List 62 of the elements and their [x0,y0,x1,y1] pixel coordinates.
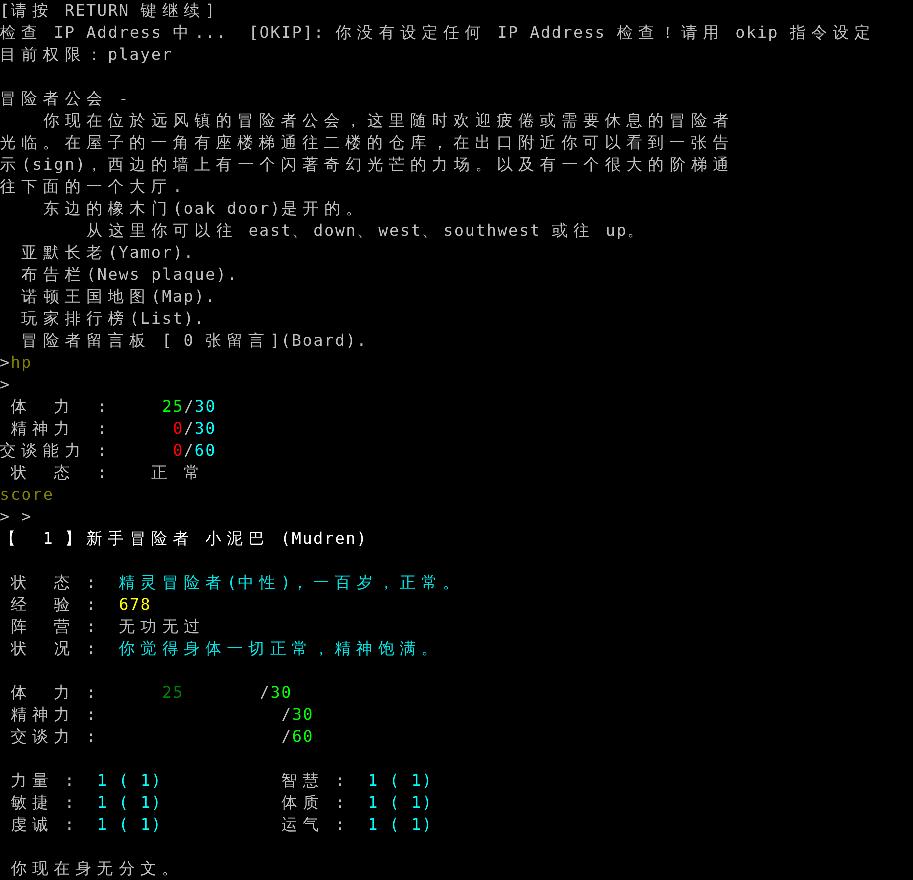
terminal-text: 玩家排行榜(List). [20,309,206,328]
terminal-text: 678 [119,595,152,614]
terminal-text: 60 [292,727,314,746]
terminal-text: hp [10,353,33,372]
terminal-text: 体质 : [280,793,348,812]
terminal-text: 30 [194,397,217,416]
terminal-text: 状 况 : [10,639,98,658]
terminal-text: 25 [162,683,184,702]
terminal-text: / [184,419,195,438]
terminal-text: 你现在位於远风镇的冒险者公会，这里随时欢迎疲倦或需要休息的冒险者 [42,111,735,130]
terminal-text: 体 力 : [10,397,110,416]
terminal-text: 诺顿王国地图(Map). [20,287,216,306]
terminal-text: > [0,375,11,394]
terminal-text: 状 态 : [10,573,98,592]
terminal-text: 体 力 : [10,683,98,702]
terminal-text: > [0,353,11,372]
terminal-text: 精神力 : / [10,705,292,724]
terminal-text: 交谈力 : / [10,727,292,746]
terminal-text: 阵 营 : 无功无过 [10,617,206,636]
terminal-text: 1 ( 1) [368,793,434,812]
terminal-text: / [184,441,195,460]
terminal-text: 敏捷 : [10,793,77,812]
terminal-text: 状 态 : 正 常 [10,463,206,482]
terminal-text: 目前权限：player [0,45,173,64]
terminal-text: 1 ( 1) [97,771,162,790]
terminal-text: 往下面的一个大厅. [0,177,184,196]
terminal-text: 力量 : [10,771,77,790]
terminal-text: score [0,485,54,504]
terminal-text: 虔诚 : [10,815,77,834]
terminal-text: 1 ( 1) [368,815,434,834]
terminal-text: 亚默长老(Yamor). [20,243,195,262]
terminal-text: 交谈能力 : [0,441,110,460]
terminal-text: 东边的橡木门(oak door)是开的。 [42,199,368,218]
terminal-text: 智慧 : [280,771,348,790]
terminal-text: / [184,397,195,416]
terminal-text: 精灵冒险者(中性)，一百岁，正常。 [119,573,465,592]
terminal-text: 1 ( 1) [368,771,434,790]
terminal-text: [请按 RETURN 键继续] [0,1,216,20]
terminal-text: 0 [173,419,184,438]
terminal-text: / [258,683,271,702]
terminal-text: 30 [194,419,217,438]
terminal-text: 30 [292,705,314,724]
terminal-text: 从这里你可以往 east、down、west、southwest 或往 up。 [86,221,650,240]
terminal-text: 冒险者留言板 [ 0 张留言](Board). [20,331,368,350]
terminal-text: 你现在身无分文。 [10,859,184,878]
terminal-text: 0 [173,441,184,460]
terminal-text: > > [0,507,32,526]
terminal-text: 你觉得身体一切正常，精神饱满。 [119,639,444,658]
terminal-text: 运气 : [280,815,348,834]
terminal-text: 经 验 : [10,595,98,614]
terminal-text: 检查 IP Address 中... [OKIP]: 你没有设定任何 IP Address 检查！请用 okip 指令设定 [0,23,876,42]
terminal-text: 冒险者公会 - [0,89,130,108]
terminal-text: 60 [194,441,216,460]
terminal-text: 精神力 : [10,419,110,438]
terminal-text: 25 [162,397,184,416]
terminal-text: 光临。在屋子的一角有座楼梯通往二楼的仓库，在出口附近你可以看到一张告 [0,133,734,152]
terminal-text: 布告栏(News plaque). [20,265,238,284]
terminal-text: 【 1 】新手冒险者 小泥巴 (Mudren) [0,529,368,548]
terminal-text: 1 ( 1) [97,815,162,834]
terminal-text: 30 [270,683,292,702]
terminal-text: 1 ( 1) [97,793,162,812]
terminal-text: 示(sign)，西边的墙上有一个闪著奇幻光芒的力场。以及有一个很大的阶梯通 [0,155,735,174]
